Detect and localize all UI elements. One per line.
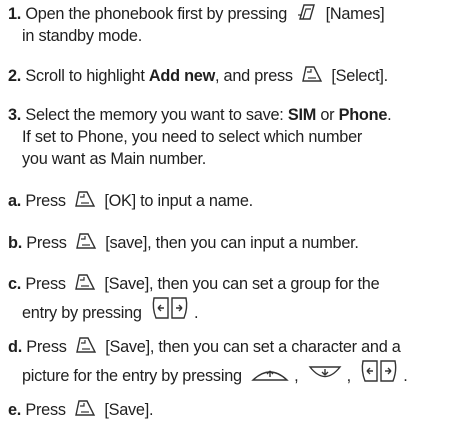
softkey-icon <box>74 398 96 418</box>
step-text: Select the memory you want to save: <box>25 106 284 124</box>
step-number: b. <box>8 234 22 252</box>
step-text: Press <box>25 401 66 419</box>
down-nav-key-icon <box>307 364 343 384</box>
step-text: . <box>194 304 199 322</box>
step-text: [Save], then you can set a character and… <box>105 338 401 356</box>
step-number: e. <box>8 401 22 419</box>
phonebook-key-icon <box>295 2 317 22</box>
separator: , <box>346 367 352 385</box>
softkey-icon <box>75 231 97 251</box>
step-text: Open the phonebook first by pressing <box>25 5 287 23</box>
step-text: [save], then you can input a number. <box>105 234 359 252</box>
step-1: 1. Open the phonebook first by pressing … <box>8 2 474 47</box>
step-number: a. <box>8 192 22 210</box>
step-text: . <box>387 106 392 124</box>
step-text: Press <box>25 192 66 210</box>
option-phone: Phone <box>338 106 388 124</box>
step-number: 2. <box>8 67 22 85</box>
step-text: [Save], then you can set a group for the <box>104 275 380 293</box>
step-text: , and press <box>215 67 293 85</box>
left-right-nav-key-icon <box>150 295 190 321</box>
step-e: e. Press [Save]. <box>8 398 474 421</box>
step-number: c. <box>8 275 22 293</box>
step-text: [OK] to input a name. <box>104 192 253 210</box>
step-text: entry by pressing <box>22 304 142 322</box>
up-nav-key-icon <box>250 364 290 384</box>
step-text: [Select]. <box>331 67 388 85</box>
softkey-icon <box>74 272 96 292</box>
step-text: [Names] <box>325 5 385 23</box>
step-text: in standby mode. <box>22 27 142 45</box>
step-text: Press <box>26 234 67 252</box>
step-text: picture for the entry by pressing <box>22 367 242 385</box>
step-number: 3. <box>8 106 22 124</box>
menu-option: Add new <box>148 67 215 85</box>
step-d: d. Press [Save], then you can set a char… <box>8 335 474 387</box>
left-right-nav-key-icon <box>359 358 399 384</box>
step-text: you want as Main number. <box>22 150 207 168</box>
separator: , <box>294 367 299 385</box>
step-number: 1. <box>8 5 22 23</box>
step-a: a. Press [OK] to input a name. <box>8 189 474 212</box>
step-text: Press <box>26 338 67 356</box>
step-3: 3. Select the memory you want to save: S… <box>8 104 474 170</box>
softkey-icon <box>74 189 96 209</box>
step-c: c. Press [Save], then you can set a grou… <box>8 272 474 324</box>
step-2: 2. Scroll to highlight Add new, and pres… <box>8 64 474 87</box>
step-text: or <box>320 106 335 124</box>
step-text: Press <box>25 275 66 293</box>
step-text: If set to Phone, you need to select whic… <box>22 128 363 146</box>
step-number: d. <box>8 338 22 356</box>
step-text: [Save]. <box>104 401 154 419</box>
softkey-icon <box>75 335 97 355</box>
step-text: . <box>403 367 408 385</box>
step-text: Scroll to highlight <box>25 67 145 85</box>
softkey-icon <box>301 64 323 84</box>
option-sim: SIM <box>287 106 317 124</box>
step-b: b. Press [save], then you can input a nu… <box>8 231 474 254</box>
manual-page: 1. Open the phonebook first by pressing … <box>0 0 476 427</box>
